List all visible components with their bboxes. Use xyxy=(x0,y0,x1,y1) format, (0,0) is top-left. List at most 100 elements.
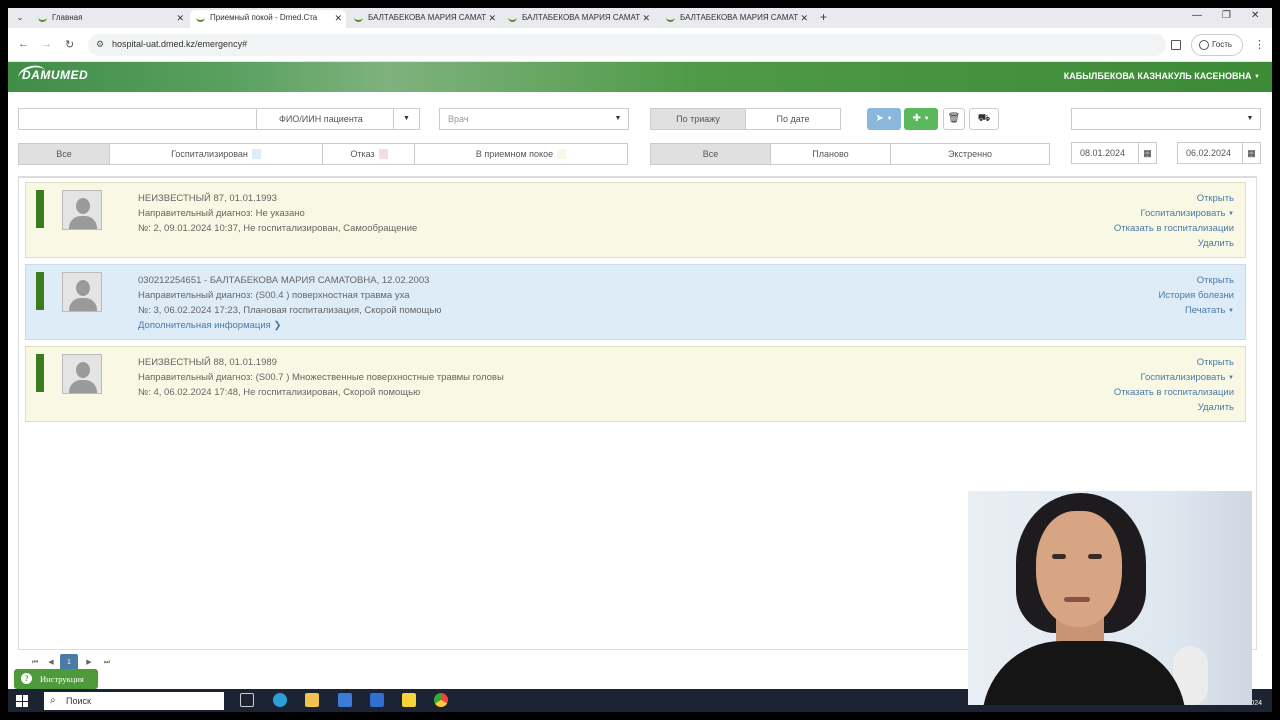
browser-tab-strip: ⌄ Главная ✕ Приемный покой - Dmed.Ста ✕ … xyxy=(8,8,1272,28)
browser-tab[interactable]: Главная ✕ xyxy=(32,10,188,28)
delete-link[interactable]: Удалить xyxy=(1198,402,1234,413)
browser-tab[interactable]: БАЛТАБЕКОВА МАРИЯ САМАТ ✕ xyxy=(660,10,812,28)
chevron-down-icon: ❯ xyxy=(273,320,282,331)
close-tab-icon[interactable]: ✕ xyxy=(176,10,184,26)
open-link[interactable]: Открыть xyxy=(1197,357,1234,368)
search-input[interactable] xyxy=(18,108,258,130)
triage-indicator xyxy=(36,354,44,392)
plus-icon: ✚ xyxy=(912,113,921,124)
browser-menu-icon[interactable]: ⋮ xyxy=(1254,38,1265,51)
patient-card: НЕИЗВЕСТНЫЙ 88, 01.01.1989 Направительны… xyxy=(25,346,1246,422)
windows-start-icon[interactable] xyxy=(16,695,28,707)
task-view-icon[interactable] xyxy=(240,693,254,707)
patient-visit-info: №: 4, 06.02.2024 17:48, Не госпитализиро… xyxy=(138,387,421,398)
status-hospitalized-tab[interactable]: Госпитализирован xyxy=(109,143,323,165)
side-panel-icon[interactable] xyxy=(1171,40,1181,50)
type-emergency-tab[interactable]: Экстренно xyxy=(890,143,1050,165)
close-tab-icon[interactable]: ✕ xyxy=(642,10,650,26)
date-from-field[interactable]: 08.01.2024 ▦ xyxy=(1071,142,1157,164)
status-all-tab[interactable]: Все xyxy=(18,143,110,165)
delete-link[interactable]: Удалить xyxy=(1198,238,1234,249)
caret-down-icon[interactable]: ▼ xyxy=(1240,109,1260,129)
patient-card: 030212254651 - БАЛТАБЕКОВА МАРИЯ САМАТОВ… xyxy=(25,264,1246,340)
status-refused-tab[interactable]: Отказ xyxy=(322,143,416,165)
site-favicon-icon xyxy=(354,14,363,22)
taskbar-search[interactable]: ⌕ Поиск xyxy=(44,692,224,710)
medical-history-link[interactable]: История болезни xyxy=(1158,290,1234,301)
profile-button[interactable]: Гость xyxy=(1191,34,1243,56)
user-menu[interactable]: КАБЫЛБЕКОВА КАЗНАКУЛЬ КАСЕНОВНА ▼ xyxy=(1064,71,1260,81)
forward-icon[interactable]: → xyxy=(41,38,52,50)
avatar xyxy=(62,190,102,230)
refuse-hospitalization-link[interactable]: Отказать в госпитализации xyxy=(1114,223,1234,234)
window-close-icon[interactable]: ✕ xyxy=(1251,10,1259,21)
close-tab-icon[interactable]: ✕ xyxy=(488,10,496,26)
close-tab-icon[interactable]: ✕ xyxy=(334,10,342,26)
last-page-icon[interactable]: ⏭ xyxy=(98,654,116,672)
reload-icon[interactable]: ↻ xyxy=(65,38,74,51)
address-bar: ← → ↻ ⚙ hospital-uat.dmed.kz/emergency# … xyxy=(8,28,1272,62)
open-link[interactable]: Открыть xyxy=(1197,193,1234,204)
patient-diagnosis: Направительный диагноз: (S00.7 ) Множест… xyxy=(138,372,504,383)
avatar xyxy=(62,354,102,394)
calendar-icon[interactable]: ▦ xyxy=(1242,143,1260,163)
type-planned-tab[interactable]: Планово xyxy=(770,143,891,165)
browser-tab-active[interactable]: Приемный покой - Dmed.Ста ✕ xyxy=(190,10,346,28)
caret-down-icon: ▼ xyxy=(1254,74,1260,80)
chrome-icon[interactable] xyxy=(434,693,448,707)
status-in-er-tab[interactable]: В приемном покое xyxy=(414,143,628,165)
sort-by-date-tab[interactable]: По дате xyxy=(745,108,841,130)
patient-diagnosis: Направительный диагноз: Не указано xyxy=(138,208,305,219)
hospitalized-color-swatch xyxy=(251,149,261,159)
additional-info-link[interactable]: Дополнительная информация ❯ xyxy=(138,320,281,331)
sort-by-triage-tab[interactable]: По триажу xyxy=(650,108,746,130)
print-link[interactable]: Печатать ▼ xyxy=(1185,305,1234,316)
caret-down-icon: ▼ xyxy=(1228,308,1234,314)
send-button[interactable]: ➤ ▼ xyxy=(867,108,901,130)
refused-color-swatch xyxy=(378,149,388,159)
site-favicon-icon xyxy=(196,14,205,22)
type-all-tab[interactable]: Все xyxy=(650,143,771,165)
browser-tab[interactable]: БАЛТАБЕКОВА МАРИЯ САМАТ ✕ xyxy=(502,10,654,28)
instructions-button[interactable]: ? Инструкция xyxy=(14,669,98,689)
back-icon[interactable]: ← xyxy=(18,38,29,50)
search-type-select[interactable]: ФИО/ИИН пациента ▼ xyxy=(256,108,420,130)
damumed-logo[interactable]: DAMUMED xyxy=(22,68,88,82)
patient-visit-info: №: 3, 06.02.2024 17:23, Плановая госпита… xyxy=(138,305,442,316)
hospitalize-link[interactable]: Госпитализировать ▼ xyxy=(1140,208,1234,219)
caret-down-icon[interactable]: ▼ xyxy=(393,109,419,129)
sticky-notes-icon[interactable] xyxy=(402,693,416,707)
refuse-hospitalization-link[interactable]: Отказать в госпитализации xyxy=(1114,387,1234,398)
calendar-icon[interactable]: ▦ xyxy=(1138,143,1156,163)
site-info-icon[interactable]: ⚙ xyxy=(96,39,104,50)
delete-button[interactable]: 🗑 xyxy=(943,108,965,130)
ambulance-button[interactable]: ⛟ xyxy=(969,108,999,130)
restore-icon[interactable]: ❐ xyxy=(1222,10,1231,21)
trash-icon: 🗑 xyxy=(947,113,961,124)
minimize-icon[interactable]: — xyxy=(1192,10,1202,21)
file-explorer-icon[interactable] xyxy=(305,693,319,707)
screen: ⌄ Главная ✕ Приемный покой - Dmed.Ста ✕ … xyxy=(8,8,1272,712)
patient-card: НЕИЗВЕСТНЫЙ 87, 01.01.1993 Направительны… xyxy=(25,182,1246,258)
mail-icon[interactable] xyxy=(370,693,384,707)
site-favicon-icon xyxy=(666,14,675,22)
doctor-select[interactable]: Врач ▼ xyxy=(439,108,629,130)
caret-down-icon[interactable]: ▼ xyxy=(608,109,628,129)
department-select[interactable]: ▼ xyxy=(1071,108,1261,130)
hospitalize-link[interactable]: Госпитализировать ▼ xyxy=(1140,372,1234,383)
edge-icon[interactable] xyxy=(273,693,287,707)
date-to-field[interactable]: 06.02.2024 ▦ xyxy=(1177,142,1261,164)
in-er-color-swatch xyxy=(557,149,567,159)
new-tab-icon[interactable]: + xyxy=(820,10,827,24)
url-field[interactable]: ⚙ hospital-uat.dmed.kz/emergency# xyxy=(88,34,1166,56)
caret-down-icon: ▼ xyxy=(1228,375,1234,381)
open-link[interactable]: Открыть xyxy=(1197,275,1234,286)
patient-name: НЕИЗВЕСТНЫЙ 88, 01.01.1989 xyxy=(138,357,277,368)
search-icon: ⌕ xyxy=(50,695,56,706)
patient-name: 030212254651 - БАЛТАБЕКОВА МАРИЯ САМАТОВ… xyxy=(138,275,430,286)
close-tab-icon[interactable]: ✕ xyxy=(800,10,808,26)
store-icon[interactable] xyxy=(338,693,352,707)
browser-tab[interactable]: БАЛТАБЕКОВА МАРИЯ САМАТ ✕ xyxy=(348,10,500,28)
add-button[interactable]: ✚ ▼ xyxy=(904,108,938,130)
tab-search-chevron-icon[interactable]: ⌄ xyxy=(14,11,26,25)
